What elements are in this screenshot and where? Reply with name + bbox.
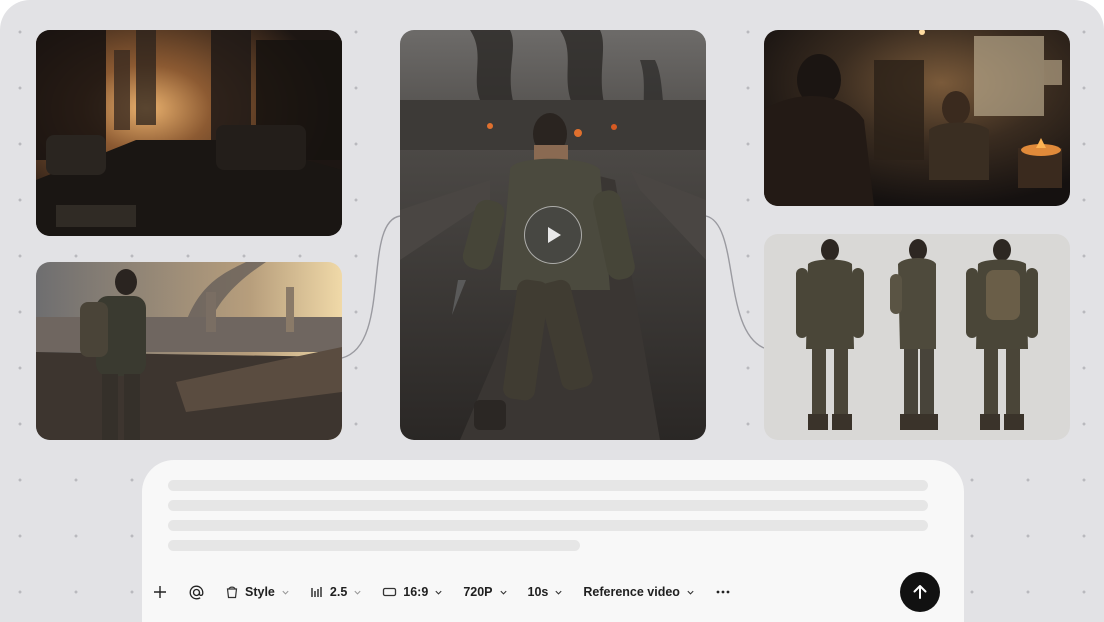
aspect-ratio-icon — [383, 587, 397, 597]
prompt-composer[interactable]: Style 2.5 16:9 720P 10s Reference video — [142, 460, 964, 622]
style-dropdown[interactable]: Style — [225, 578, 290, 606]
duration-value: 10s — [527, 585, 549, 599]
composer-toolbar: Style 2.5 16:9 720P 10s Reference video — [152, 578, 932, 606]
chevron-down-icon — [555, 590, 562, 595]
duration-dropdown[interactable]: 10s — [528, 578, 564, 606]
model-version-value: 2.5 — [329, 585, 348, 599]
chevron-down-icon — [687, 590, 694, 595]
style-label: Style — [245, 585, 275, 599]
bucket-icon — [226, 586, 238, 599]
reference-video-dropdown[interactable]: Reference video — [583, 578, 695, 606]
model-version-dropdown[interactable]: 2.5 — [310, 578, 362, 606]
chevron-down-icon — [354, 590, 361, 595]
survivor-overlooking-city-image[interactable] — [36, 262, 342, 440]
resolution-value: 720P — [463, 585, 493, 599]
character-turnaround-image[interactable] — [764, 234, 1070, 440]
ellipsis-icon — [716, 590, 730, 594]
bar-chart-icon — [311, 587, 322, 597]
canvas-board: Style 2.5 16:9 720P 10s Reference video — [0, 0, 1104, 622]
mention-button[interactable] — [188, 578, 205, 606]
chevron-down-icon — [435, 590, 442, 595]
chevron-down-icon — [282, 590, 289, 595]
play-icon — [548, 227, 561, 243]
ruined-city-street-image[interactable] — [36, 30, 342, 236]
aspect-ratio-value: 16:9 — [403, 585, 429, 599]
at-icon — [189, 585, 204, 599]
aspect-ratio-dropdown[interactable]: 16:9 — [382, 578, 443, 606]
chevron-down-icon — [499, 590, 507, 595]
resolution-dropdown[interactable]: 720P — [463, 578, 507, 606]
prompt-placeholder-line — [168, 540, 580, 551]
arrow-up-icon — [913, 585, 927, 599]
prompt-placeholder-line — [168, 500, 928, 511]
plus-icon — [154, 586, 166, 598]
bunker-conversation-image[interactable] — [764, 30, 1070, 206]
add-button[interactable] — [152, 578, 168, 606]
more-options-button[interactable] — [715, 578, 731, 606]
reference-video-label: Reference video — [583, 585, 680, 599]
send-button[interactable] — [900, 572, 940, 612]
prompt-placeholder-line — [168, 480, 928, 491]
prompt-placeholder-line — [168, 520, 928, 531]
play-button[interactable] — [524, 206, 582, 264]
